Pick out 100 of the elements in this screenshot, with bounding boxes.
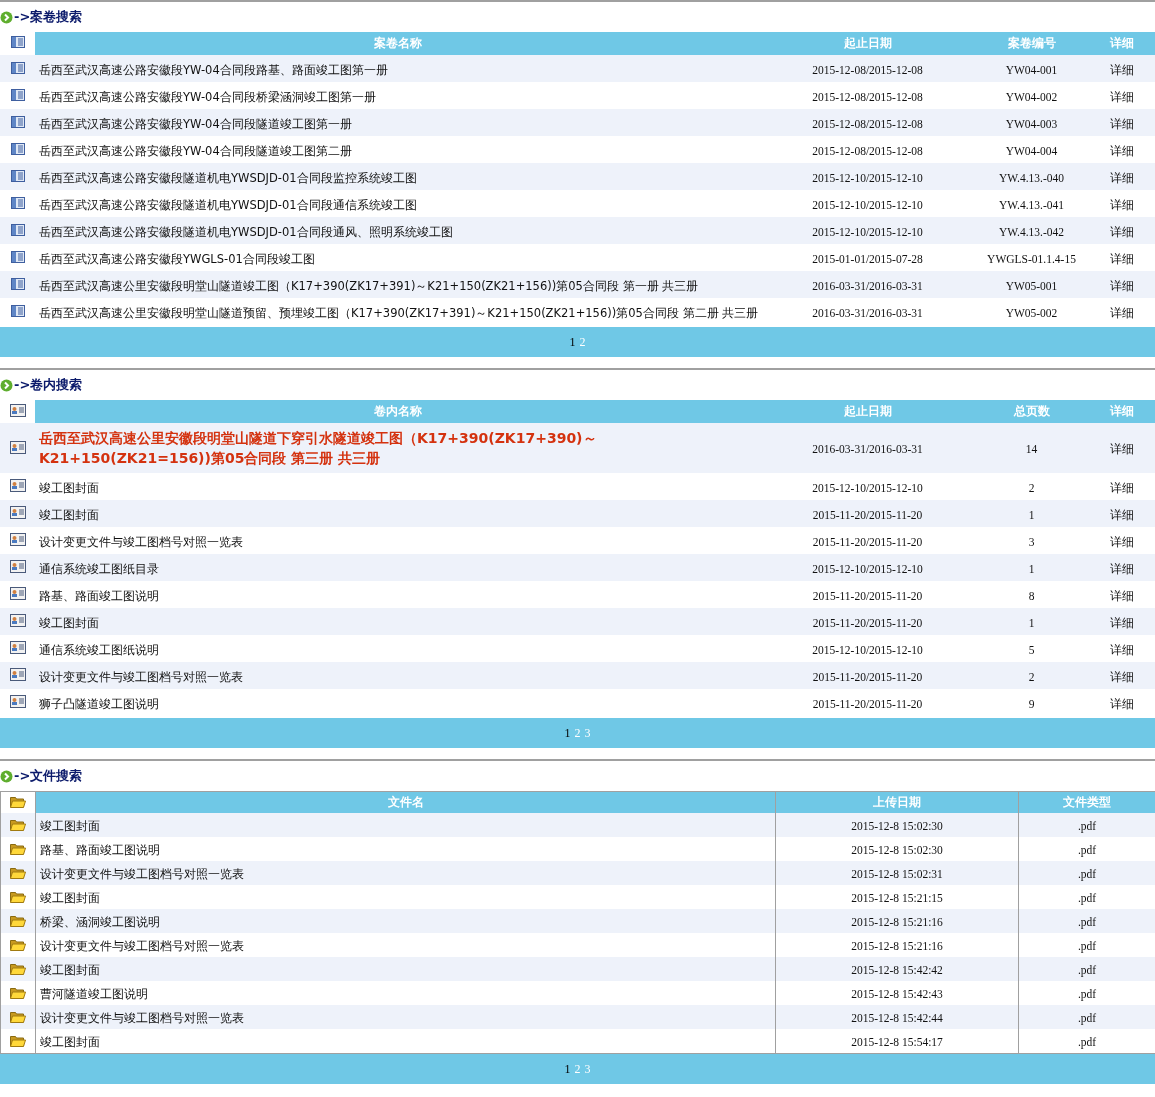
- title-text[interactable]: 路基、路面竣工图说明: [39, 588, 159, 603]
- column-header: 案卷名称: [35, 32, 760, 55]
- list-document-icon: [10, 305, 25, 317]
- title-text[interactable]: 设计变更文件与竣工图档号对照一览表: [40, 1011, 244, 1026]
- folder-icon: [10, 794, 26, 808]
- list-document-icon: [10, 36, 25, 48]
- value-text: YW.4.13.-042: [998, 225, 1065, 238]
- date-text: 2015-12-8 15:42:43: [851, 988, 943, 1001]
- column-header: 总页数: [975, 400, 1088, 423]
- page-link[interactable]: 1: [564, 1061, 571, 1077]
- value-text: YW04-002: [1005, 90, 1058, 103]
- title-text[interactable]: 竣工图封面: [39, 480, 99, 495]
- value-text: 1: [1028, 508, 1035, 521]
- id-card-icon: [9, 695, 26, 708]
- list-document-icon: [10, 143, 25, 155]
- detail-link[interactable]: 详细: [1109, 669, 1134, 684]
- detail-link[interactable]: 详细: [1109, 278, 1134, 293]
- detail-link[interactable]: 详细: [1109, 305, 1134, 320]
- detail-link[interactable]: 详细: [1109, 170, 1134, 185]
- value-text: .pdf: [1077, 844, 1097, 857]
- section-title: ->卷内搜索: [14, 376, 83, 394]
- title-text[interactable]: 岳西至武汉高速公路安徽段YW-04合同段路基、路面竣工图第一册: [39, 62, 388, 77]
- date-text: 2015-12-8 15:42:42: [851, 964, 943, 977]
- date-text: 2016-03-31/2016-03-31: [812, 306, 923, 319]
- title-text[interactable]: 竣工图封面: [40, 819, 100, 834]
- date-text: 2016-03-31/2016-03-31: [812, 443, 923, 456]
- value-text: YW.4.13.-041: [998, 198, 1065, 211]
- detail-link[interactable]: 详细: [1109, 442, 1134, 457]
- title-text[interactable]: 岳西至武汉高速公里安徽段明堂山隧道下穿引水隧道竣工图（K17+390(ZK17+390)～K21+150(ZK21=156))第05合同段 第三册 共三册: [39, 427, 756, 469]
- title-text[interactable]: 设计变更文件与竣工图档号对照一览表: [39, 534, 243, 549]
- value-text: 5: [1028, 643, 1035, 656]
- title-text[interactable]: 竣工图封面: [40, 963, 100, 978]
- date-text: 2015-12-8 15:42:44: [851, 1012, 943, 1025]
- id-card-icon: [9, 641, 26, 654]
- detail-link[interactable]: 详细: [1109, 480, 1134, 495]
- date-text: 2015-12-10/2015-12-10: [812, 643, 923, 656]
- title-text[interactable]: 狮子凸隧道竣工图说明: [39, 696, 159, 711]
- detail-link[interactable]: 详细: [1109, 507, 1134, 522]
- title-text[interactable]: 岳西至武汉高速公里安徽段明堂山隧道竣工图（K17+390(ZK17+391)～K21+150(ZK21+156))第05合同段 第一册 共三册: [39, 278, 699, 293]
- detail-link[interactable]: 详细: [1109, 588, 1134, 603]
- date-text: 2015-12-08/2015-12-08: [812, 144, 923, 157]
- id-card-icon: [9, 614, 26, 627]
- detail-link[interactable]: 详细: [1109, 696, 1134, 711]
- value-text: YW.4.13.-040: [998, 171, 1065, 184]
- date-text: 2015-12-8 15:21:16: [851, 916, 943, 929]
- title-text[interactable]: 竣工图封面: [40, 1035, 100, 1050]
- section-title: ->文件搜索: [14, 767, 83, 785]
- detail-link[interactable]: 详细: [1109, 224, 1134, 239]
- title-text[interactable]: 路基、路面竣工图说明: [40, 843, 160, 858]
- date-text: 2015-11-20/2015-11-20: [812, 535, 923, 548]
- list-document-icon: [10, 251, 25, 263]
- title-text[interactable]: 岳西至武汉高速公路安徽段YWGLS-01合同段竣工图: [39, 251, 315, 266]
- title-text[interactable]: 桥梁、涵洞竣工图说明: [40, 915, 160, 930]
- page-link[interactable]: 1: [564, 725, 571, 741]
- detail-link[interactable]: 详细: [1109, 642, 1134, 657]
- date-text: 2016-03-31/2016-03-31: [812, 279, 923, 292]
- value-text: YW05-001: [1005, 279, 1058, 292]
- id-card-icon: [9, 479, 26, 492]
- value-text: YW04-003: [1005, 117, 1058, 130]
- value-text: .pdf: [1077, 820, 1097, 833]
- folder-icon: [10, 1009, 26, 1023]
- column-header: 卷内名称: [35, 400, 760, 423]
- detail-link[interactable]: 详细: [1109, 197, 1134, 212]
- value-text: .pdf: [1077, 988, 1097, 1001]
- list-document-icon: [10, 116, 25, 128]
- title-text[interactable]: 岳西至武汉高速公里安徽段明堂山隧道预留、预埋竣工图（K17+390(ZK17+391)～K21+150(ZK21+156))第05合同段 第二册 共三册: [39, 305, 759, 320]
- title-text[interactable]: 岳西至武汉高速公路安徽段YW-04合同段桥梁涵洞竣工图第一册: [39, 89, 376, 104]
- column-header: 文件类型: [1018, 791, 1155, 813]
- title-text[interactable]: 设计变更文件与竣工图档号对照一览表: [40, 939, 244, 954]
- detail-link[interactable]: 详细: [1109, 62, 1134, 77]
- id-card-icon: [9, 533, 26, 546]
- column-header: 上传日期: [775, 791, 1019, 813]
- detail-link[interactable]: 详细: [1109, 251, 1134, 266]
- date-text: 2015-12-10/2015-12-10: [812, 481, 923, 494]
- date-text: 2015-11-20/2015-11-20: [812, 697, 923, 710]
- date-text: 2015-12-08/2015-12-08: [812, 90, 923, 103]
- page-link[interactable]: 1: [569, 334, 576, 350]
- title-text[interactable]: 通信系统竣工图纸说明: [39, 642, 159, 657]
- detail-link[interactable]: 详细: [1109, 615, 1134, 630]
- detail-link[interactable]: 详细: [1109, 561, 1134, 576]
- date-text: 2015-12-8 15:02:31: [851, 868, 943, 881]
- id-card-icon: [9, 403, 26, 417]
- title-text[interactable]: 岳西至武汉高速公路安徽段隧道机电YWSDJD-01合同段通风、照明系统竣工图: [39, 224, 453, 239]
- title-text[interactable]: 设计变更文件与竣工图档号对照一览表: [39, 669, 243, 684]
- detail-link[interactable]: 详细: [1109, 89, 1134, 104]
- title-text[interactable]: 竣工图封面: [40, 891, 100, 906]
- title-text[interactable]: 竣工图封面: [39, 507, 99, 522]
- value-text: YW05-002: [1005, 306, 1058, 319]
- title-text[interactable]: 竣工图封面: [39, 615, 99, 630]
- title-text[interactable]: 岳西至武汉高速公路安徽段隧道机电YWSDJD-01合同段监控系统竣工图: [39, 170, 417, 185]
- title-text[interactable]: 曹河隧道竣工图说明: [40, 987, 148, 1002]
- title-text[interactable]: 设计变更文件与竣工图档号对照一览表: [40, 867, 244, 882]
- title-text[interactable]: 岳西至武汉高速公路安徽段隧道机电YWSDJD-01合同段通信系统竣工图: [39, 197, 417, 212]
- detail-link[interactable]: 详细: [1109, 143, 1134, 158]
- value-text: .pdf: [1077, 940, 1097, 953]
- detail-link[interactable]: 详细: [1109, 116, 1134, 131]
- title-text[interactable]: 通信系统竣工图纸目录: [39, 561, 159, 576]
- detail-link[interactable]: 详细: [1109, 534, 1134, 549]
- title-text[interactable]: 岳西至武汉高速公路安徽段YW-04合同段隧道竣工图第一册: [39, 116, 352, 131]
- title-text[interactable]: 岳西至武汉高速公路安徽段YW-04合同段隧道竣工图第二册: [39, 143, 352, 158]
